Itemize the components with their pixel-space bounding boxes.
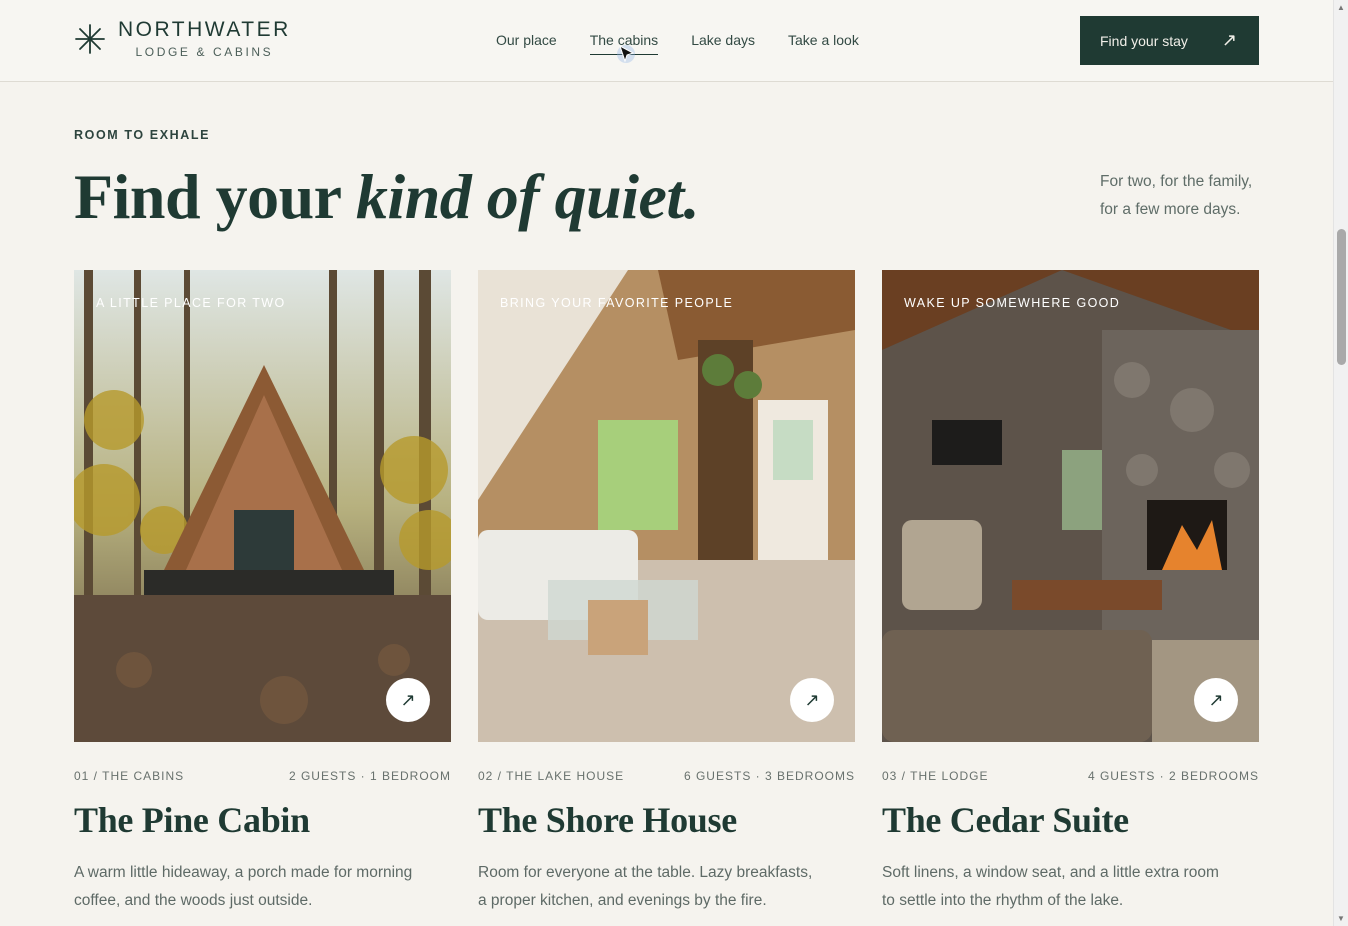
asterisk-logo-icon xyxy=(75,23,105,54)
cabin-photo[interactable]: BRING YOUR FAVORITE PEOPLE ↗ xyxy=(478,270,855,742)
brand-subtitle: LODGE & CABINS xyxy=(135,45,274,59)
arrow-up-right-icon: ↗ xyxy=(1221,30,1237,50)
arrow-up-right-icon: ↗ xyxy=(400,689,416,710)
brand-name: NORTHWATER xyxy=(118,18,291,41)
cabin-card-cedar[interactable]: WAKE UP SOMEWHERE GOOD ↗ 03 / THE LODGE … xyxy=(882,270,1259,915)
scroll-thumb[interactable] xyxy=(1337,229,1346,365)
card-meta: 02 / THE LAKE HOUSE 6 GUESTS · 3 BEDROOM… xyxy=(478,769,855,783)
card-title[interactable]: The Cedar Suite xyxy=(882,799,1259,841)
open-card-button[interactable]: ↗ xyxy=(790,678,834,722)
card-label: WAKE UP SOMEWHERE GOOD xyxy=(904,296,1121,310)
card-description: A warm little hideaway, a porch made for… xyxy=(74,864,413,909)
arrow-up-right-icon: ↗ xyxy=(1208,689,1224,710)
card-meta-left: 03 / THE LODGE xyxy=(882,769,989,783)
cabin-photo[interactable]: A LITTLE PLACE FOR TWO ↗ xyxy=(74,270,451,742)
card-meta: 03 / THE LODGE 4 GUESTS · 2 BEDROOMS xyxy=(882,769,1259,783)
card-title[interactable]: The Pine Cabin xyxy=(74,799,451,841)
open-card-button[interactable]: ↗ xyxy=(1194,678,1238,722)
card-label: BRING YOUR FAVORITE PEOPLE xyxy=(500,296,734,310)
nav-our-place[interactable]: Our place xyxy=(496,32,557,54)
mouse-cursor-icon xyxy=(617,44,635,63)
lodge-fireplace-interior-image xyxy=(882,270,1259,742)
scroll-down-icon[interactable]: ▼ xyxy=(1337,914,1345,923)
cabin-photo[interactable]: WAKE UP SOMEWHERE GOOD ↗ xyxy=(882,270,1259,742)
find-your-stay-button[interactable]: Find your stay ↗ xyxy=(1080,16,1259,65)
main-nav: Our place The cabins Lake days Take a lo… xyxy=(496,32,859,55)
scroll-up-icon[interactable]: ▲ xyxy=(1337,3,1345,12)
card-meta-right: 2 GUESTS · 1 BEDROOM xyxy=(288,769,451,783)
logo[interactable]: NORTHWATER LODGE & CABINS xyxy=(74,18,291,59)
section-eyebrow: ROOM TO EXHALE xyxy=(74,128,211,142)
a-frame-cabin-forest-image xyxy=(74,270,451,742)
card-label: A LITTLE PLACE FOR TWO xyxy=(96,296,286,310)
card-meta: 01 / THE CABINS 2 GUESTS · 1 BEDROOM xyxy=(74,769,451,783)
logo-text: NORTHWATER LODGE & CABINS xyxy=(118,18,291,59)
cta-label: Find your stay xyxy=(1100,32,1188,49)
nav-lake-days[interactable]: Lake days xyxy=(691,32,755,54)
site-header: NORTHWATER LODGE & CABINS Our place The … xyxy=(0,0,1333,82)
headline-italic: kind of quiet. xyxy=(355,161,700,232)
card-meta-right: 4 GUESTS · 2 BEDROOMS xyxy=(1087,769,1259,783)
card-meta-left: 01 / THE CABINS xyxy=(74,769,185,783)
card-meta-left: 02 / THE LAKE HOUSE xyxy=(478,769,625,783)
scrollbar[interactable]: ▲ ▼ xyxy=(1333,0,1348,926)
living-room-interior-image xyxy=(478,270,855,742)
arrow-up-right-icon: ↗ xyxy=(804,689,820,710)
card-title[interactable]: The Shore House xyxy=(478,799,855,841)
headline-plain: Find your xyxy=(74,161,356,232)
open-card-button[interactable]: ↗ xyxy=(386,678,430,722)
nav-take-a-look[interactable]: Take a look xyxy=(788,32,859,54)
cabin-card-shore[interactable]: BRING YOUR FAVORITE PEOPLE ↗ 02 / THE LA… xyxy=(478,270,855,915)
section-tagline: For two, for the family, for a few more … xyxy=(1100,173,1253,218)
section-headline: Find your kind of quiet. xyxy=(74,160,700,234)
card-description: Room for everyone at the table. Lazy bre… xyxy=(478,864,813,909)
card-description: Soft linens, a window seat, and a little… xyxy=(882,864,1219,909)
cabin-card-pine[interactable]: A LITTLE PLACE FOR TWO ↗ 01 / THE CABINS… xyxy=(74,270,451,915)
card-meta-right: 6 GUESTS · 3 BEDROOMS xyxy=(683,769,855,783)
